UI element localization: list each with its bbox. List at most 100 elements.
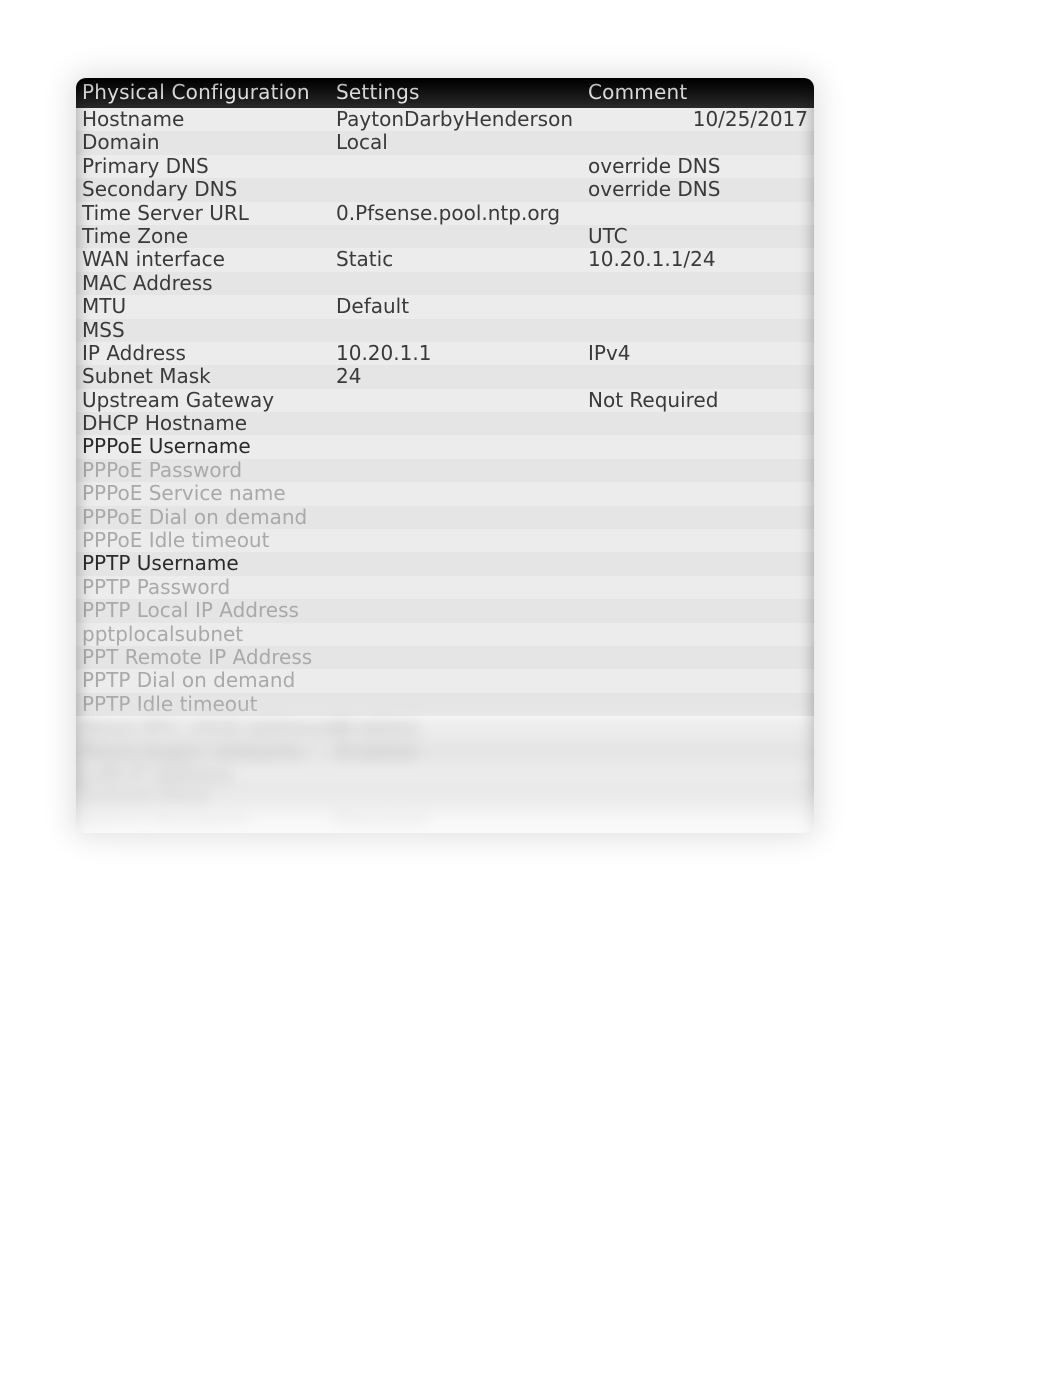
table-row: MSS <box>76 319 814 342</box>
cell-setting <box>330 272 582 295</box>
cell-label: PPPoE Username <box>76 435 330 458</box>
cell-comment <box>582 506 814 529</box>
cell-setting <box>330 599 582 622</box>
cell-comment <box>582 459 814 482</box>
cell-comment <box>582 202 814 225</box>
cell-comment <box>582 599 814 622</box>
table-row: Primary DNS override DNS <box>76 155 814 178</box>
cell-label: Block bogon networks <box>76 740 330 763</box>
cell-setting <box>330 669 582 692</box>
cell-label: Time Zone <box>76 225 330 248</box>
cell-comment <box>582 319 814 342</box>
cell-label: Subnet Mask <box>76 365 330 388</box>
cell-setting <box>330 412 582 435</box>
cell-comment: 10/25/2017 <box>582 108 814 131</box>
table-row: PPPoE Username <box>76 435 814 458</box>
cell-setting <box>330 763 582 786</box>
table-row: Upstream Gateway Not Required <box>76 389 814 412</box>
cell-comment: Not Required <box>582 389 814 412</box>
cell-label: PPPoE Password <box>76 459 330 482</box>
cell-comment <box>582 412 814 435</box>
cell-setting <box>330 389 582 412</box>
cell-label: MTU <box>76 295 330 318</box>
cell-setting <box>330 552 582 575</box>
table-row: PPPoE Dial on demand <box>76 506 814 529</box>
cell-comment <box>582 576 814 599</box>
cell-comment <box>582 693 814 716</box>
cell-setting: Static <box>330 248 582 271</box>
cell-setting: Enabled <box>330 716 582 739</box>
cell-comment <box>582 365 814 388</box>
cell-setting <box>330 435 582 458</box>
cell-comment: override DNS <box>582 155 814 178</box>
cell-comment: override DNS <box>582 178 814 201</box>
cell-label: PPPoE Service name <box>76 482 330 505</box>
cell-label: Primary DNS <box>76 155 330 178</box>
cell-setting: 10.20.1.1 <box>330 342 582 365</box>
cell-setting <box>330 482 582 505</box>
cell-label: PPPoE Dial on demand <box>76 506 330 529</box>
cell-label: MSS <box>76 319 330 342</box>
table-row: PPPoE Idle timeout <box>76 529 814 552</box>
cell-label: PPTP Local IP Address <box>76 599 330 622</box>
cell-comment <box>582 646 814 669</box>
cell-comment <box>582 763 814 786</box>
cell-comment: 10.20.1.1/24 <box>582 248 814 271</box>
cell-setting <box>330 178 582 201</box>
cell-setting <box>330 155 582 178</box>
table-row: MAC Address <box>76 272 814 295</box>
table-row: Admin PasswordRequired <box>76 810 814 833</box>
cell-setting <box>330 225 582 248</box>
table-header-row: Physical Configuration Settings Comment <box>76 78 814 108</box>
cell-setting <box>330 319 582 342</box>
cell-setting <box>330 623 582 646</box>
cell-label: LAN IP Address <box>76 763 330 786</box>
table-row: PPTP Password <box>76 576 814 599</box>
cell-comment <box>582 669 814 692</box>
cell-setting <box>330 529 582 552</box>
header-comment: Comment <box>582 78 814 108</box>
cell-label: PPTP Password <box>76 576 330 599</box>
table-row: WAN interfaceStatic10.20.1.1/24 <box>76 248 814 271</box>
cell-setting: Enabled <box>330 740 582 763</box>
cell-label: Upstream Gateway <box>76 389 330 412</box>
cell-label: pptplocalsubnet <box>76 623 330 646</box>
cell-comment <box>582 529 814 552</box>
table-row: Block bogon networksEnabled <box>76 740 814 763</box>
table-row: Subnet Mask <box>76 786 814 809</box>
config-table-container: Physical Configuration Settings Comment … <box>76 78 814 833</box>
cell-comment: IPv4 <box>582 342 814 365</box>
table-row: PPTP Username <box>76 552 814 575</box>
header-settings: Settings <box>330 78 582 108</box>
cell-label: PPT Remote IP Address <box>76 646 330 669</box>
table-row: PPPoE Password <box>76 459 814 482</box>
table-row: pptplocalsubnet <box>76 623 814 646</box>
table-row: PPTP Idle timeout <box>76 693 814 716</box>
cell-label: Domain <box>76 131 330 154</box>
cell-comment <box>582 623 814 646</box>
table-row: PPPoE Service name <box>76 482 814 505</box>
cell-label: WAN interface <box>76 248 330 271</box>
table-row: PPTP Dial on demand <box>76 669 814 692</box>
table-row: Time Server URL0.Pfsense.pool.ntp.org <box>76 202 814 225</box>
table-row: MTUDefault <box>76 295 814 318</box>
table-row: HostnamePaytonDarbyHenderson10/25/2017 <box>76 108 814 131</box>
cell-comment <box>582 272 814 295</box>
table-row: DomainLocal <box>76 131 814 154</box>
cell-label: MAC Address <box>76 272 330 295</box>
cell-label: Secondary DNS <box>76 178 330 201</box>
table-row: Block RFC 1918 addressesEnabled <box>76 716 814 739</box>
cell-comment <box>582 482 814 505</box>
table-row: IP Address10.20.1.1IPv4 <box>76 342 814 365</box>
cell-label: Hostname <box>76 108 330 131</box>
cell-setting: Local <box>330 131 582 154</box>
cell-label: Time Server URL <box>76 202 330 225</box>
cell-label: PPTP Idle timeout <box>76 693 330 716</box>
cell-setting <box>330 576 582 599</box>
cell-label: PPTP Username <box>76 552 330 575</box>
cell-comment <box>582 740 814 763</box>
cell-setting <box>330 459 582 482</box>
cell-setting <box>330 786 582 809</box>
header-physical-configuration: Physical Configuration <box>76 78 330 108</box>
cell-setting: 0.Pfsense.pool.ntp.org <box>330 202 582 225</box>
